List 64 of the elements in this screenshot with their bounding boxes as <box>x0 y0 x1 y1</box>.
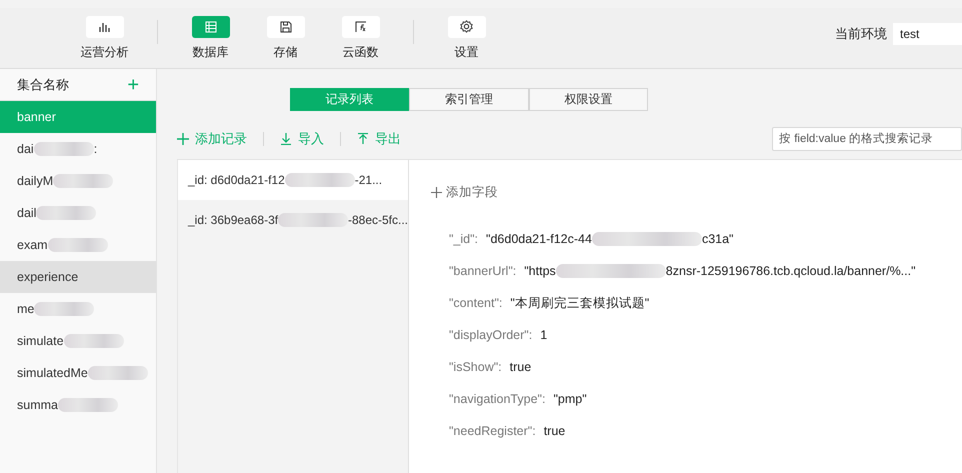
field-value: true <box>544 424 566 438</box>
field-value: "pmp" <box>553 392 587 406</box>
record-item[interactable]: _id: 36b9ea68-3f -88ec-5fc... <box>178 200 408 240</box>
field-value: "https <box>524 264 556 278</box>
download-icon <box>280 133 292 145</box>
collection-name: dailyM <box>17 174 54 188</box>
record-id-end: -88ec-5fc... <box>348 213 408 227</box>
record-id: _id: d6d0da21-f12 <box>188 173 285 187</box>
field-value-end: 8znsr-1259196786.tcb.qcloud.la/banner/%..." <box>666 264 916 278</box>
record-id-end: -21... <box>354 173 382 187</box>
collection-item[interactable]: me <box>0 293 156 325</box>
collection-name: experience <box>17 270 78 284</box>
add-field-button[interactable]: 添加字段 <box>431 184 498 201</box>
field-value-end: c31a" <box>702 232 734 246</box>
plus-icon <box>177 133 189 145</box>
collection-name: dai <box>17 142 34 156</box>
collection-name: simulatedMe <box>17 366 88 380</box>
collection-item[interactable]: experience <box>0 261 156 293</box>
collection-item[interactable]: summa <box>0 389 156 421</box>
search-field[interactable]: 按 field:value 的格式搜索记录 <box>772 127 962 151</box>
collection-name: summa <box>17 398 58 412</box>
environment-select[interactable]: test <box>893 23 962 45</box>
collection-header: 集合名称 <box>17 76 69 94</box>
field-key: "bannerUrl": <box>449 264 516 278</box>
field-value: 1 <box>540 328 548 342</box>
field-key: "needRegister": <box>449 424 536 438</box>
field-value: true <box>510 360 532 374</box>
field-key: "_id": <box>449 232 478 246</box>
field-value: "本周刷完三套模拟试题" <box>510 294 650 312</box>
environment-label: 当前环境 <box>835 25 887 43</box>
list-icon <box>204 20 216 32</box>
tab[interactable]: 权限设置 <box>528 88 648 111</box>
redaction-blur <box>284 173 355 187</box>
collection-item[interactable]: simulate <box>0 325 156 357</box>
record-id: _id: 36b9ea68-3f <box>188 213 278 227</box>
bar-chart-icon <box>98 20 110 32</box>
field-key: "content": <box>449 296 502 310</box>
nav-item[interactable]: 云函数 <box>323 16 398 60</box>
collection-item[interactable]: simulatedMe <box>0 357 156 389</box>
upload-icon <box>357 133 369 145</box>
field-key: "navigationType": <box>449 392 546 406</box>
record-item[interactable]: _id: d6d0da21-f12 -21... <box>178 160 408 200</box>
nav-item[interactable]: 存储 <box>248 16 323 60</box>
collection-name: dail <box>17 206 36 220</box>
collection-item[interactable]: dailyM <box>0 165 156 197</box>
field-key: "displayOrder": <box>449 328 532 342</box>
collection-name: simulate <box>17 334 64 348</box>
nav-item[interactable]: 数据库 <box>173 16 248 60</box>
nav-item[interactable]: 运营分析 <box>67 16 142 60</box>
tab[interactable]: 索引管理 <box>409 88 529 111</box>
collection-item[interactable]: exam <box>0 229 156 261</box>
redaction-blur <box>278 213 348 227</box>
function-icon <box>354 20 366 32</box>
collection-item[interactable]: dail <box>0 197 156 229</box>
collection-name: exam <box>17 238 48 252</box>
nav-item[interactable]: 设置 <box>429 16 504 60</box>
settings-icon <box>460 20 473 33</box>
collection-name: banner <box>17 110 56 124</box>
collection-name-end: : <box>94 142 98 156</box>
plus-icon <box>431 187 442 198</box>
field-key: "isShow": <box>449 360 502 374</box>
collection-name: me <box>17 302 34 316</box>
collection-item[interactable]: dai : <box>0 133 156 165</box>
field-value: "d6d0da21-f12c-44 <box>486 232 592 246</box>
